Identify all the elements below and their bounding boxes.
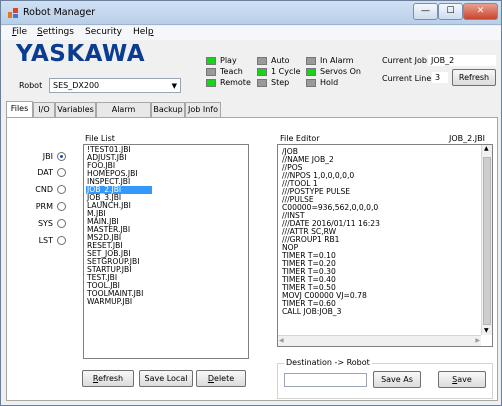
- refresh-status-button[interactable]: Refresh: [452, 69, 496, 86]
- menu-security[interactable]: Security: [85, 27, 122, 37]
- file-type-radio-jbi[interactable]: [57, 152, 66, 161]
- one-cycle-indicator: [257, 68, 267, 76]
- current-job-value: JOB_2: [427, 54, 497, 67]
- window-title: Robot Manager: [23, 7, 96, 18]
- tab-job-info[interactable]: Job Info: [185, 102, 221, 117]
- current-line-label: Current Line: [382, 74, 432, 83]
- one-cycle-label: 1 Cycle: [271, 67, 301, 76]
- yaskawa-logo: YASKAWA: [16, 41, 146, 67]
- current-job-label: Current Job: [382, 56, 427, 65]
- maximize-button[interactable]: ☐: [438, 3, 463, 20]
- file-type-radio-sys[interactable]: [57, 219, 66, 228]
- file-editor-textarea[interactable]: /JOB //NAME JOB_2 //POS ///NPOS 1,0,0,0,…: [277, 144, 493, 347]
- menu-file[interactable]: File: [12, 27, 27, 37]
- editor-vertical-scrollbar[interactable]: ▲ ▼: [481, 145, 492, 335]
- current-line-value: 3: [431, 71, 449, 84]
- servos-on-label: Servos On: [320, 67, 361, 76]
- file-type-radio-cnd[interactable]: [57, 185, 66, 194]
- menu-settings[interactable]: Settings: [37, 27, 74, 37]
- destination-input[interactable]: [284, 373, 367, 387]
- scroll-right-icon[interactable]: ▶: [475, 337, 480, 344]
- file-type-radio-prm[interactable]: [57, 202, 66, 211]
- menu-bar: File Settings Security Help: [1, 26, 501, 40]
- refresh-files-button[interactable]: Refresh: [82, 370, 134, 387]
- delete-button[interactable]: Delete: [196, 370, 246, 387]
- list-item[interactable]: LAUNCH.JBI: [86, 202, 246, 210]
- file-type-radio-dat[interactable]: [57, 168, 66, 177]
- servos-on-indicator: [306, 68, 316, 76]
- hold-indicator: [306, 79, 316, 87]
- destination-label: Destination -> Robot: [284, 358, 372, 367]
- file-list-title: File List: [85, 134, 115, 143]
- file-type-label-lst: LST: [38, 236, 53, 245]
- robot-manager-window: Robot Manager — ☐ ✕ File Settings Securi…: [0, 0, 502, 406]
- file-type-label-prm: PRM: [35, 202, 53, 211]
- tab-variables[interactable]: Variables: [55, 102, 96, 117]
- file-type-label-jbi: JBI: [42, 152, 53, 161]
- step-indicator: [257, 79, 267, 87]
- robot-select-value: SES_DX200: [53, 81, 100, 90]
- remote-indicator: [206, 79, 216, 87]
- tab-alarm-history[interactable]: Alarm History: [96, 102, 151, 127]
- teach-indicator: [206, 68, 216, 76]
- tab-io[interactable]: I/O: [33, 102, 55, 117]
- vertical-scroll-thumb[interactable]: [483, 157, 491, 325]
- minimize-button[interactable]: —: [413, 3, 438, 20]
- save-local-button[interactable]: Save Local: [139, 370, 193, 387]
- save-button[interactable]: Save: [438, 371, 486, 388]
- robot-label: Robot: [19, 81, 43, 90]
- play-indicator: [206, 57, 216, 65]
- file-editor-title: File Editor: [280, 134, 320, 143]
- teach-label: Teach: [220, 67, 243, 76]
- file-type-label-sys: SYS: [37, 219, 53, 228]
- menu-help[interactable]: Help: [133, 27, 154, 37]
- robot-select[interactable]: SES_DX200 ▼: [49, 78, 181, 93]
- save-as-button[interactable]: Save As: [373, 371, 421, 388]
- play-label: Play: [220, 56, 237, 65]
- chevron-down-icon: ▼: [171, 82, 177, 90]
- in-alarm-label: In Alarm: [320, 56, 354, 65]
- close-button[interactable]: ✕: [463, 3, 498, 20]
- list-item[interactable]: WARMUP.JBI: [86, 298, 246, 306]
- in-alarm-indicator: [306, 57, 316, 65]
- hold-label: Hold: [320, 78, 339, 87]
- file-type-label-cnd: CND: [35, 185, 53, 194]
- auto-indicator: [257, 57, 267, 65]
- editor-line: CALL JOB:JOB_3: [282, 307, 342, 316]
- step-label: Step: [271, 78, 290, 87]
- file-type-radio-lst[interactable]: [57, 236, 66, 245]
- file-type-label-dat: DAT: [37, 168, 53, 177]
- file-list[interactable]: !TEST01.JBI ADJUST.JBI FOO.JBI HOMEPOS.J…: [83, 144, 249, 359]
- scroll-down-icon[interactable]: ▼: [484, 327, 489, 334]
- file-editor-filename: JOB_2.JBI: [449, 134, 485, 143]
- title-bar: Robot Manager — ☐ ✕: [1, 1, 501, 25]
- app-icon: [8, 8, 18, 18]
- scroll-up-icon[interactable]: ▲: [484, 145, 489, 152]
- editor-horizontal-scrollbar[interactable]: ◀ ▶: [278, 335, 481, 346]
- auto-label: Auto: [271, 56, 290, 65]
- tab-backup[interactable]: Backup: [151, 102, 185, 117]
- scroll-left-icon[interactable]: ◀: [279, 337, 284, 344]
- remote-label: Remote: [220, 78, 251, 87]
- tab-files[interactable]: Files: [6, 101, 33, 117]
